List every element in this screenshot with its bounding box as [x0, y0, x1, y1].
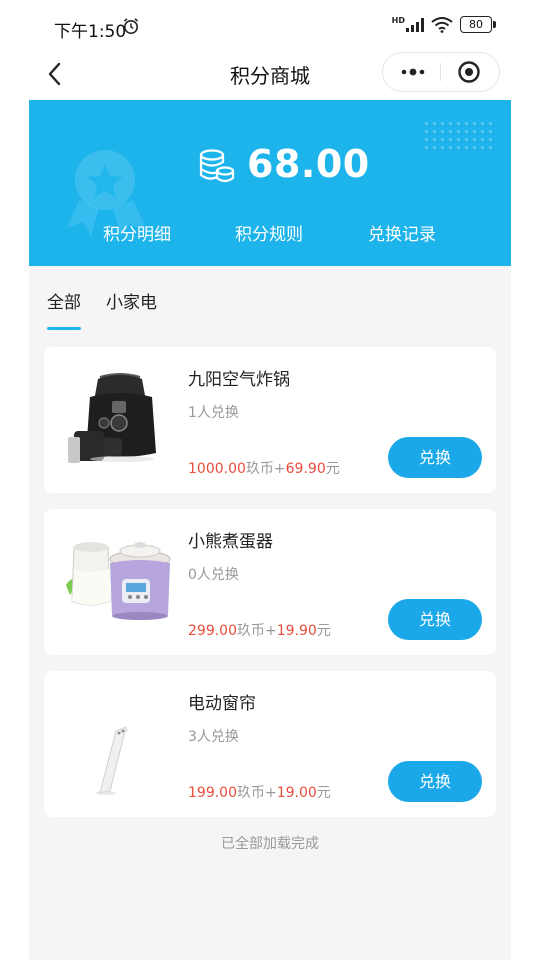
exchange-count: 0人兑换	[188, 567, 239, 583]
category-tabs: 全部 小家电	[29, 266, 511, 336]
tab-small-appliances[interactable]: 小家电	[106, 288, 157, 313]
product-price: 299.00玖币+19.90元	[188, 620, 331, 640]
exchange-count: 3人兑换	[188, 729, 239, 745]
product-name: 电动窗帘	[188, 694, 256, 714]
points-unit: 玖币+	[237, 623, 277, 639]
cash-price: 69.90	[285, 461, 326, 477]
exchange-records-link[interactable]: 兑换记录	[368, 220, 436, 245]
product-card[interactable]: 小熊煮蛋器 0人兑换 299.00玖币+19.90元 兑换	[44, 509, 496, 655]
load-complete-note: 已全部加载完成	[221, 836, 319, 852]
dots-decoration	[425, 122, 492, 149]
battery-level: 80	[469, 18, 483, 31]
alarm-icon	[123, 18, 139, 34]
close-target-icon[interactable]	[457, 60, 481, 84]
nav-bar: 积分商城	[0, 52, 540, 98]
cash-unit: 元	[325, 461, 340, 477]
battery-icon: 80	[460, 16, 496, 33]
exchange-button[interactable]: 兑换	[388, 761, 482, 802]
exchange-button[interactable]: 兑换	[388, 437, 482, 478]
status-bar: 下午1:50 HD 80	[0, 0, 540, 52]
tab-all[interactable]: 全部	[47, 288, 81, 313]
status-icons: HD 80	[391, 16, 496, 33]
capsule-divider	[440, 63, 441, 81]
points-price: 1000.00	[188, 461, 246, 477]
cash-price: 19.00	[276, 785, 317, 801]
points-price: 299.00	[188, 623, 237, 639]
points-unit: 玖币+	[237, 785, 277, 801]
more-icon[interactable]	[399, 62, 427, 82]
points-unit: 玖币+	[245, 461, 286, 477]
coins-icon	[199, 149, 235, 183]
points-detail-link[interactable]: 积分明细	[103, 220, 171, 245]
electric-curtain-image	[96, 726, 128, 795]
product-name: 小熊煮蛋器	[188, 532, 273, 552]
cash-price: 19.90	[276, 623, 317, 639]
signal-icon	[406, 17, 424, 32]
page-content: 68.00 积分明细 积分规则 兑换记录 全部 小家电 九阳空气炸锅 1人兑换 …	[29, 100, 511, 960]
network-type-label: HD	[391, 16, 405, 25]
product-card[interactable]: 电动窗帘 3人兑换 199.00玖币+19.00元 兑换	[44, 671, 496, 817]
points-balance: 68.00	[247, 142, 370, 186]
cash-unit: 元	[316, 785, 331, 801]
product-card[interactable]: 九阳空气炸锅 1人兑换 1000.00玖币+69.90元 兑换	[44, 347, 496, 493]
points-banner: 68.00 积分明细 积分规则 兑换记录	[29, 100, 511, 266]
air-fryer-image	[68, 373, 156, 463]
product-price: 1000.00玖币+69.90元	[188, 458, 340, 478]
status-time: 下午1:50	[54, 22, 127, 42]
product-name: 九阳空气炸锅	[188, 370, 290, 390]
exchange-count: 1人兑换	[188, 405, 239, 421]
points-price: 199.00	[188, 785, 237, 801]
egg-cooker-image	[66, 542, 171, 620]
cash-unit: 元	[316, 623, 331, 639]
product-price: 199.00玖币+19.00元	[188, 782, 331, 802]
active-tab-indicator	[47, 327, 81, 330]
points-rules-link[interactable]: 积分规则	[235, 220, 303, 245]
exchange-button[interactable]: 兑换	[388, 599, 482, 640]
mini-program-capsule	[382, 52, 500, 92]
wifi-icon	[431, 16, 453, 33]
